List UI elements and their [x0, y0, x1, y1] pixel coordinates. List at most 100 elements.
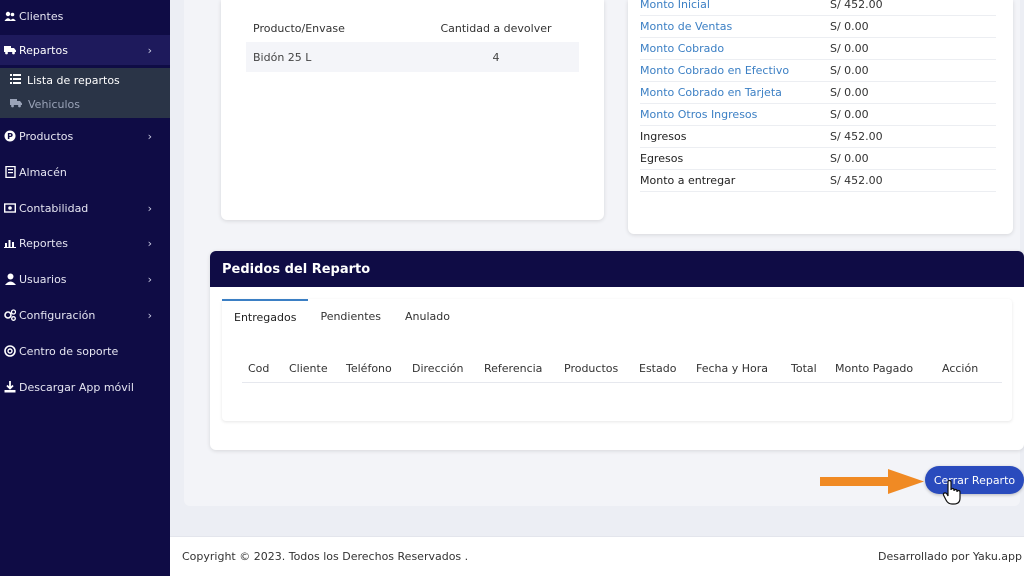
sidebar-item-productos[interactable]: P Productos › — [0, 121, 170, 151]
sidebar-item-label: Almacén — [19, 165, 67, 179]
summary-label-link[interactable]: Monto Cobrado en Tarjeta — [640, 86, 830, 99]
sidebar-item-label: Configuración — [19, 308, 96, 322]
main-content: Producto/Envase Cantidad a devolver Bidó… — [170, 0, 1024, 536]
summary-label: Monto a entregar — [640, 174, 736, 187]
product-icon: P — [4, 130, 16, 142]
summary-value: S/ 0.00 — [830, 20, 869, 33]
support-icon — [4, 345, 16, 357]
summary-label-link[interactable]: Monto Cobrado en Efectivo — [640, 64, 830, 77]
svg-text:P: P — [7, 132, 13, 141]
summary-label: Ingresos — [640, 130, 687, 143]
orders-table-header: Cod Cliente Teléfono Dirección Referenci… — [242, 357, 1002, 383]
summary-value: S/ 0.00 — [830, 108, 869, 121]
col-cod: Cod — [248, 362, 270, 375]
gears-icon — [4, 309, 16, 321]
sidebar-item-label: Productos — [19, 129, 74, 143]
chevron-right-icon: › — [147, 129, 152, 143]
sidebar-item-label: Clientes — [19, 9, 64, 23]
user-icon — [4, 273, 16, 285]
list-icon — [10, 74, 21, 87]
returns-table-header: Producto/Envase Cantidad a devolver — [246, 14, 579, 42]
tab-entregados[interactable]: Entregados — [222, 299, 309, 333]
sidebar-item-contabilidad[interactable]: Contabilidad › — [0, 193, 170, 223]
sidebar-item-configuracion[interactable]: Configuración › — [0, 300, 170, 330]
sidebar-item-usuarios[interactable]: Usuarios › — [0, 264, 170, 294]
submenu-item-lista-de-repartos[interactable]: Lista de repartos — [10, 74, 120, 87]
chevron-right-icon: › — [147, 201, 152, 215]
orders-card: Pedidos del Reparto Entregados Pendiente… — [210, 251, 1024, 450]
summary-row: Monto de Ventas S/ 0.00 — [640, 16, 996, 38]
col-productos: Productos — [564, 362, 619, 375]
sidebar: Clientes Repartos › Lista de repartos Ve… — [0, 0, 170, 576]
sidebar-item-label: Repartos — [19, 43, 68, 57]
submenu-item-label: Vehiculos — [28, 98, 81, 111]
sidebar-item-centro-de-soporte[interactable]: Centro de soporte — [0, 336, 170, 366]
cerrar-reparto-button[interactable]: Cerrar Reparto — [925, 466, 1024, 494]
summary-label: Egresos — [640, 152, 684, 165]
sidebar-item-label: Descargar App móvil — [19, 380, 134, 394]
summary-value: S/ 0.00 — [830, 64, 869, 77]
download-icon — [4, 381, 16, 393]
summary-row: Egresos S/ 0.00 — [640, 148, 996, 170]
col-total: Total — [791, 362, 817, 375]
sidebar-submenu: Lista de repartos Vehiculos — [0, 68, 170, 118]
chevron-right-icon: › — [147, 43, 152, 57]
col-cliente: Cliente — [289, 362, 328, 375]
sidebar-item-clientes[interactable]: Clientes — [0, 1, 170, 31]
summary-label-link[interactable]: Monto Inicial — [640, 0, 830, 11]
col-direccion: Dirección — [412, 362, 464, 375]
content-card: Producto/Envase Cantidad a devolver Bidó… — [184, 0, 1024, 506]
orange-arrow-icon — [820, 469, 924, 494]
footer: Copyright © 2023. Todos los Derechos Res… — [170, 536, 1024, 576]
footer-developed-by: Desarrollado por Yaku.app — [878, 550, 1022, 563]
summary-row: Monto Cobrado en Efectivo S/ 0.00 — [640, 60, 996, 82]
summary-value: S/ 452.00 — [830, 0, 883, 11]
sidebar-item-reportes[interactable]: Reportes › — [0, 228, 170, 258]
orders-tabs: Entregados Pendientes Anulado — [222, 299, 462, 333]
sidebar-item-label: Usuarios — [19, 272, 67, 286]
tab-anulado[interactable]: Anulado — [393, 299, 462, 333]
col-estado: Estado — [639, 362, 677, 375]
col-product-envase: Producto/Envase — [253, 21, 345, 35]
warehouse-icon — [4, 166, 16, 178]
col-fecha-y-hora: Fecha y Hora — [696, 362, 769, 375]
summary-label-link[interactable]: Monto Otros Ingresos — [640, 108, 830, 121]
chevron-right-icon: › — [147, 308, 152, 322]
returns-card: Producto/Envase Cantidad a devolver Bidó… — [221, 0, 604, 220]
summary-row: Ingresos S/ 452.00 — [640, 126, 996, 148]
tab-pendientes[interactable]: Pendientes — [308, 299, 393, 333]
hand-cursor-icon — [942, 480, 961, 505]
summary-row: Monto Inicial S/ 452.00 — [640, 0, 996, 16]
truck-icon — [4, 44, 16, 56]
summary-value: S/ 0.00 — [830, 86, 869, 99]
summary-value: S/ 0.00 — [830, 152, 869, 165]
sidebar-item-repartos[interactable]: Repartos › — [0, 35, 170, 65]
footer-copyright: Copyright © 2023. Todos los Derechos Res… — [182, 550, 469, 563]
cell-product: Bidón 25 L — [253, 50, 312, 64]
orders-tabs-panel: Entregados Pendientes Anulado Cod Client… — [222, 299, 1012, 421]
summary-value: S/ 452.00 — [830, 174, 883, 187]
sidebar-item-label: Reportes — [19, 236, 68, 250]
sidebar-item-descargar-app[interactable]: Descargar App móvil — [0, 372, 170, 402]
chevron-right-icon: › — [147, 272, 152, 286]
summary-row: Monto Otros Ingresos S/ 0.00 — [640, 104, 996, 126]
sidebar-item-label: Centro de soporte — [19, 344, 119, 358]
submenu-item-vehiculos[interactable]: Vehiculos — [10, 98, 80, 111]
money-icon — [4, 202, 16, 214]
chevron-right-icon: › — [147, 236, 152, 250]
col-referencia: Referencia — [484, 362, 543, 375]
truck-icon — [10, 98, 22, 111]
sidebar-item-almacen[interactable]: Almacén — [0, 157, 170, 187]
table-row: Bidón 25 L 4 — [246, 42, 579, 72]
sidebar-item-label: Contabilidad — [19, 201, 89, 215]
cell-qty: 4 — [492, 50, 500, 64]
col-monto-pagado: Monto Pagado — [835, 362, 914, 375]
summary-label-link[interactable]: Monto Cobrado — [640, 42, 830, 55]
summary-value: S/ 0.00 — [830, 42, 869, 55]
summary-row: Monto Cobrado en Tarjeta S/ 0.00 — [640, 82, 996, 104]
col-telefono: Teléfono — [346, 362, 392, 375]
col-accion: Acción — [942, 362, 979, 375]
summary-label-link[interactable]: Monto de Ventas — [640, 20, 830, 33]
col-cantidad-a-devolver: Cantidad a devolver — [440, 21, 552, 35]
users-icon — [4, 10, 16, 22]
